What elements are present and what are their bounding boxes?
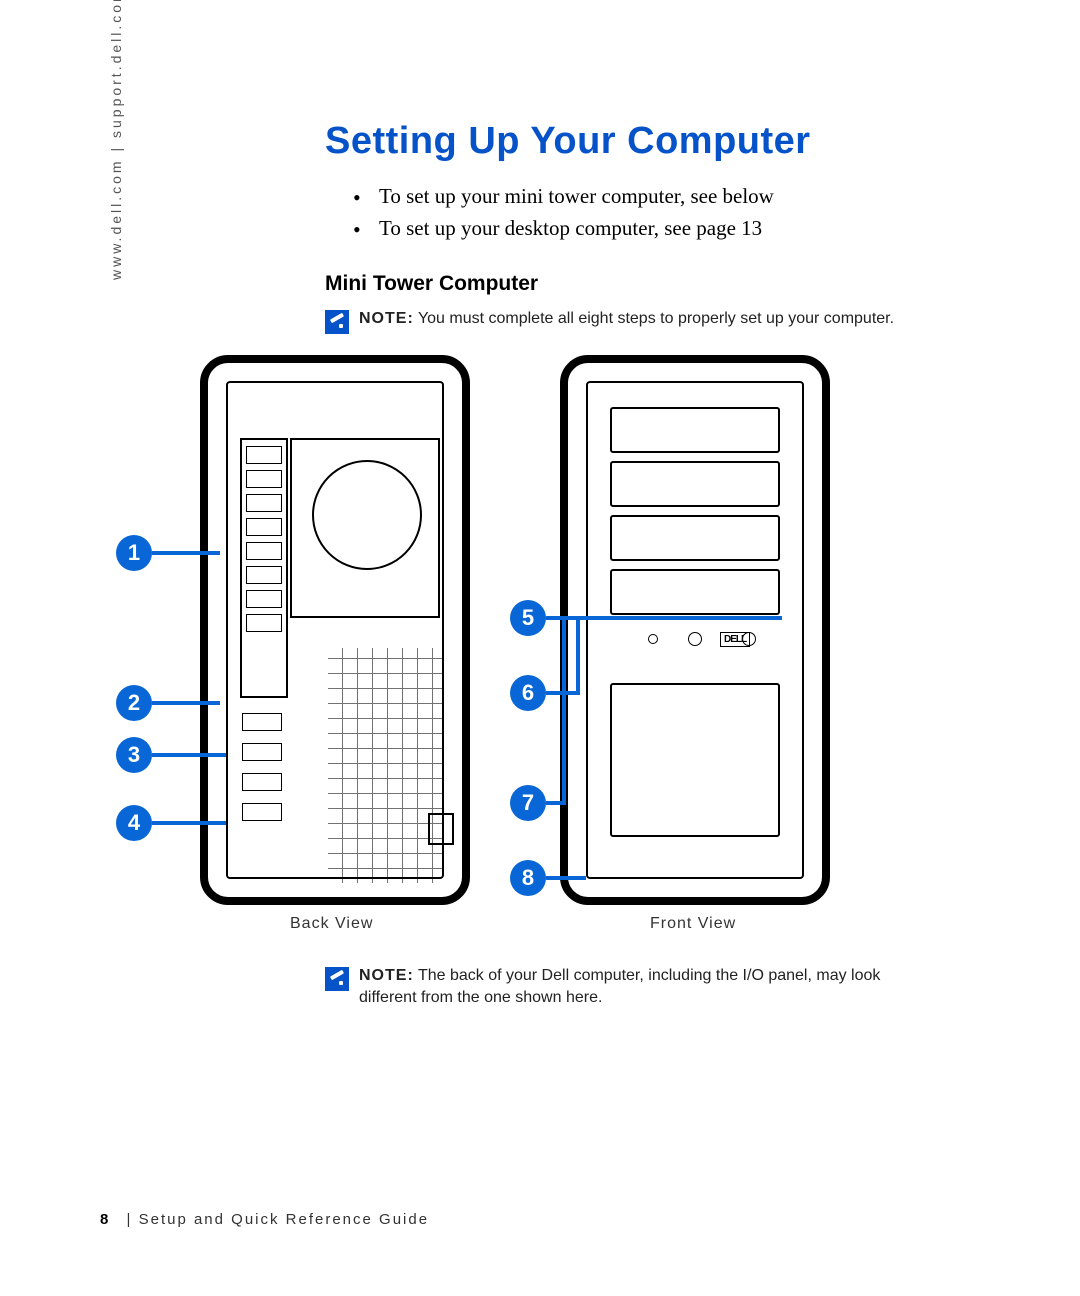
back-view-label: Back View [290, 915, 373, 933]
front-door [610, 683, 780, 837]
expansion-slot [242, 743, 282, 761]
callout-8: 8 [510, 860, 546, 896]
page-footer: 8 | Setup and Quick Reference Guide [100, 1211, 429, 1228]
drive-bay [610, 461, 780, 507]
callout-lead [562, 616, 566, 805]
front-view-label: Front View [650, 915, 736, 933]
note-body: You must complete all eight steps to pro… [418, 310, 894, 327]
note-label: NOTE: [359, 310, 414, 327]
power-button-icon [742, 632, 756, 646]
callout-3: 3 [116, 737, 152, 773]
note-top: NOTE: You must complete all eight steps … [325, 308, 1025, 334]
note-body: The back of your Dell computer, includin… [359, 967, 880, 1006]
vent-grille [328, 648, 443, 883]
callout-lead [576, 616, 580, 695]
drive-bay [610, 407, 780, 453]
front-badge-row: DELL [628, 628, 762, 658]
page-number: 8 [100, 1211, 110, 1228]
io-panel [240, 438, 288, 698]
drive-bay [610, 569, 780, 615]
callout-1: 1 [116, 535, 152, 571]
drive-bay [610, 515, 780, 561]
callout-lead [546, 876, 586, 880]
fan-icon [312, 460, 422, 570]
tower-front-inner: DELL [586, 381, 804, 879]
callout-4: 4 [116, 805, 152, 841]
callout-lead [152, 551, 220, 555]
callout-7: 7 [510, 785, 546, 821]
note-text: NOTE: You must complete all eight steps … [359, 308, 894, 330]
headphone-icon [648, 634, 658, 644]
callout-5: 5 [510, 600, 546, 636]
callout-6: 6 [510, 675, 546, 711]
tower-back-view [200, 355, 470, 905]
note-icon [325, 310, 349, 334]
callout-lead [152, 701, 220, 705]
expansion-slot [242, 803, 282, 821]
page-title: Setting Up Your Computer [325, 120, 1025, 163]
callout-2: 2 [116, 685, 152, 721]
manual-page: www.dell.com | support.dell.com Setting … [0, 0, 1080, 1296]
note-text: NOTE: The back of your Dell computer, in… [359, 965, 935, 1010]
side-url: www.dell.com | support.dell.com [108, 0, 124, 280]
footer-title: Setup and Quick Reference Guide [139, 1211, 429, 1228]
content-column: Setting Up Your Computer To set up your … [325, 120, 1025, 334]
note-label: NOTE: [359, 967, 414, 984]
section-subhead: Mini Tower Computer [325, 272, 1025, 296]
note-icon [325, 967, 349, 991]
tower-front-view: DELL [560, 355, 830, 905]
power-socket-icon [428, 813, 454, 845]
callout-lead [152, 753, 226, 757]
bullet-item: To set up your desktop computer, see pag… [353, 213, 1025, 245]
intro-bullets: To set up your mini tower computer, see … [353, 181, 1025, 244]
callout-lead [576, 616, 782, 620]
footer-separator: | [127, 1211, 133, 1228]
setup-diagram: DELL 1 2 3 4 5 6 7 8 Back View Front Vie… [100, 355, 890, 955]
tower-back-inner [226, 381, 444, 879]
callout-lead [152, 821, 226, 825]
expansion-slot [242, 713, 282, 731]
power-supply [290, 438, 440, 618]
note-bottom: NOTE: The back of your Dell computer, in… [325, 965, 935, 1010]
power-led-icon [688, 632, 702, 646]
bullet-item: To set up your mini tower computer, see … [353, 181, 1025, 213]
expansion-slot [242, 773, 282, 791]
